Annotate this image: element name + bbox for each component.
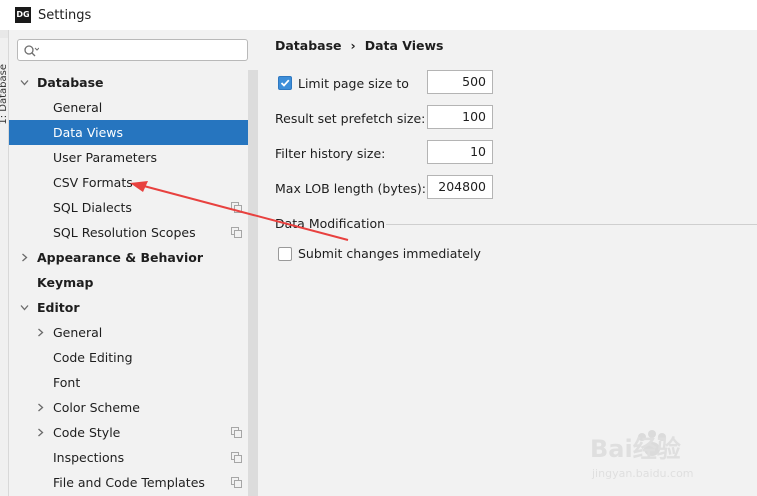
- watermark-text: Bai经验: [590, 435, 681, 463]
- tree-item-label: General: [53, 100, 103, 115]
- prefetch-size-label: Result set prefetch size:: [275, 111, 426, 126]
- tree-item-label: CSV Formats: [53, 175, 133, 190]
- submit-immediately-label: Submit changes immediately: [298, 246, 481, 261]
- breadcrumb: Database › Data Views: [275, 38, 443, 53]
- chevron-right-icon[interactable]: [36, 428, 45, 437]
- tree-item-label: Keymap: [37, 275, 94, 290]
- tree-item-user-parameters[interactable]: User Parameters: [9, 145, 248, 170]
- project-settings-icon: [231, 452, 242, 463]
- app-logo-icon: DG: [15, 7, 31, 23]
- limit-page-size-label: Limit page size to: [298, 76, 409, 91]
- tree-item-label: Color Scheme: [53, 400, 140, 415]
- watermark: Bai经验 jingyan.baidu.com: [590, 425, 750, 493]
- tree-item-general[interactable]: General: [9, 95, 248, 120]
- chevron-right-icon[interactable]: [36, 328, 45, 337]
- settings-sidebar: Database General Data Views User Parameters…: [9, 30, 258, 496]
- tree-item-database[interactable]: Database: [9, 70, 248, 95]
- section-divider: [386, 224, 757, 225]
- tree-item-label: General: [53, 325, 103, 340]
- max-lob-length-input[interactable]: 204800: [427, 175, 493, 199]
- prefetch-size-input[interactable]: 100: [427, 105, 493, 129]
- tree-item-label: Code Editing: [53, 350, 133, 365]
- ide-tool-strip: 1: Database: [0, 30, 9, 496]
- chevron-right-icon[interactable]: [36, 403, 45, 412]
- tree-item-inspections[interactable]: Inspections: [9, 445, 248, 470]
- sidebar-scrollbar[interactable]: [248, 70, 258, 496]
- tree-item-code-editing[interactable]: Code Editing: [9, 345, 248, 370]
- tree-item-general[interactable]: General: [9, 320, 248, 345]
- tree-item-label: Font: [53, 375, 81, 390]
- max-lob-length-label: Max LOB length (bytes):: [275, 181, 426, 196]
- chevron-down-icon[interactable]: [20, 303, 29, 312]
- window-title: Settings: [38, 8, 92, 23]
- tree-item-keymap[interactable]: Keymap: [9, 270, 248, 295]
- watermark-subtext: jingyan.baidu.com: [592, 467, 694, 480]
- tree-item-csv-formats[interactable]: CSV Formats: [9, 170, 248, 195]
- breadcrumb-separator: ›: [350, 38, 356, 53]
- tree-item-label: SQL Resolution Scopes: [53, 225, 196, 240]
- tree-item-label: Data Views: [53, 125, 123, 140]
- breadcrumb-current: Data Views: [364, 38, 444, 53]
- breadcrumb-parent: Database: [275, 38, 342, 53]
- tree-item-appearance-behavior[interactable]: Appearance & Behavior: [9, 245, 248, 270]
- tree-item-font[interactable]: Font: [9, 370, 248, 395]
- tree-item-color-scheme[interactable]: Color Scheme: [9, 395, 248, 420]
- filter-history-input[interactable]: 10: [427, 140, 493, 164]
- project-settings-icon: [231, 202, 242, 213]
- tree-item-code-style[interactable]: Code Style: [9, 420, 248, 445]
- database-tool-tab[interactable]: 1: Database: [0, 64, 8, 125]
- filter-history-label: Filter history size:: [275, 146, 386, 161]
- data-modification-title: Data Modification: [275, 216, 386, 231]
- tree-item-editor[interactable]: Editor: [9, 295, 248, 320]
- limit-page-size-checkbox[interactable]: [278, 76, 292, 90]
- search-input[interactable]: [17, 39, 248, 61]
- tree-item-label: User Parameters: [53, 150, 158, 165]
- limit-page-size-input[interactable]: 500: [427, 70, 493, 94]
- tree-item-sql-resolution-scopes[interactable]: SQL Resolution Scopes: [9, 220, 248, 245]
- tree-item-label: Appearance & Behavior: [37, 250, 203, 265]
- checkmark-icon: [280, 79, 290, 87]
- tree-item-label: Database: [37, 75, 104, 90]
- tree-item-label: Editor: [37, 300, 80, 315]
- ide-strip-header: [0, 30, 8, 38]
- tree-item-label: Code Style: [53, 425, 121, 440]
- tree-item-label: Inspections: [53, 450, 125, 465]
- project-settings-icon: [231, 227, 242, 238]
- title-bar: DG Settings: [0, 0, 757, 30]
- chevron-down-icon[interactable]: [20, 78, 29, 87]
- project-settings-icon: [231, 477, 242, 488]
- tree-item-label: SQL Dialects: [53, 200, 132, 215]
- project-settings-icon: [231, 427, 242, 438]
- chevron-right-icon[interactable]: [20, 253, 29, 262]
- tree-item-label: File and Code Templates: [53, 475, 205, 490]
- tree-item-file-and-code-templates[interactable]: File and Code Templates: [9, 470, 248, 495]
- tree-item-data-views[interactable]: Data Views: [9, 120, 248, 145]
- submit-immediately-checkbox[interactable]: [278, 247, 292, 261]
- search-icon: [24, 45, 39, 57]
- tree-item-sql-dialects[interactable]: SQL Dialects: [9, 195, 248, 220]
